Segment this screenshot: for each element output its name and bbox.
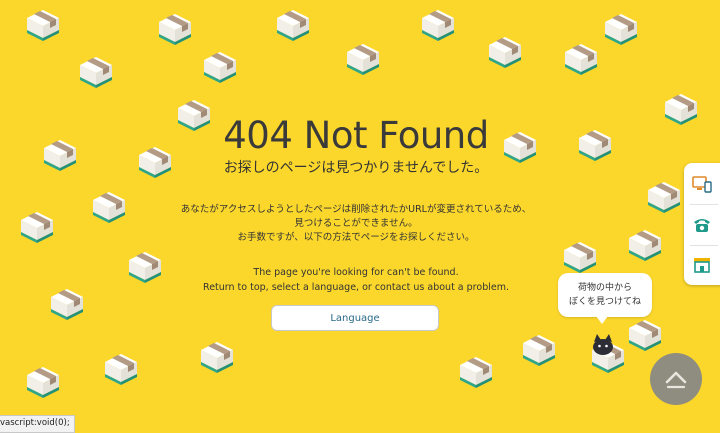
box-icon — [78, 55, 114, 89]
box-icon — [487, 35, 523, 69]
message-jp-line: 見つけることができません。 — [294, 218, 418, 229]
box-icon — [345, 42, 381, 76]
box-icon — [420, 8, 456, 42]
box-icon — [521, 333, 557, 367]
box-icon — [157, 12, 193, 46]
cat-icon[interactable] — [590, 332, 616, 356]
box-icon — [627, 318, 663, 352]
phone-icon — [694, 219, 710, 232]
store-icon — [694, 258, 710, 273]
box-icon — [25, 8, 61, 42]
arrow-up-icon — [665, 371, 687, 389]
side-nav-item-computer[interactable] — [684, 165, 720, 205]
scroll-top-button[interactable] — [650, 353, 702, 405]
bubble-tail — [596, 316, 608, 324]
box-icon — [603, 12, 639, 46]
computer-icon — [692, 176, 712, 193]
status-bar: vascript:void(0); — [0, 415, 75, 433]
side-nav — [684, 163, 720, 285]
box-icon — [199, 340, 235, 374]
box-icon — [202, 50, 238, 84]
page-subtitle: お探しのページは見つかりませんでした。 — [223, 160, 489, 176]
message-jp-line: あなたがアクセスしようとしたページは削除されたかURLが変更されているため、 — [180, 204, 532, 215]
page-title: 404 Not Found — [223, 114, 489, 157]
box-icon — [275, 8, 311, 42]
box-icon — [563, 42, 599, 76]
box-icon — [25, 365, 61, 399]
bubble-line: ぼくを見つけてね — [568, 297, 641, 307]
side-nav-item-store[interactable] — [684, 245, 720, 285]
side-nav-item-phone[interactable] — [684, 205, 720, 245]
mascot-speech-bubble: 荷物の中から ぼくを見つけてね — [558, 273, 652, 317]
language-button[interactable]: Language — [271, 305, 439, 331]
box-icon — [458, 355, 494, 389]
message-jp-line: お手数ですが、以下の方法でページをお探しください。 — [237, 232, 475, 243]
box-icon — [103, 352, 139, 386]
bubble-line: 荷物の中から — [577, 283, 632, 293]
